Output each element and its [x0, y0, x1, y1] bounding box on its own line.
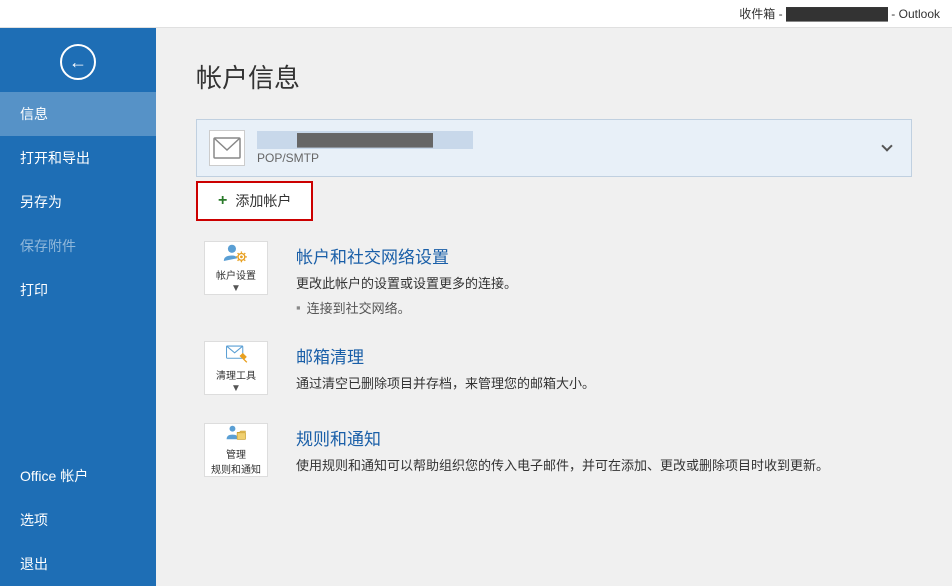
sidebar-item-label: 信息 — [20, 106, 48, 122]
account-info: ████████████████ POP/SMTP — [257, 131, 875, 165]
add-account-highlight-box: + 添加帐户 — [196, 181, 313, 221]
mailbox-cleanup-icon-area: 清理工具 ▼ — [196, 341, 276, 399]
sidebar: ← 信息 打开和导出 另存为 保存附件 打印 Office 帐户 选项 退出 — [0, 28, 156, 586]
rules-notifications-desc: 使用规则和通知可以帮助组织您的传入电子邮件，并可在添加、更改或删除项目时收到更新… — [296, 456, 912, 476]
chevron-down-icon — [881, 140, 892, 151]
sidebar-spacer — [0, 312, 156, 454]
account-settings-dropdown-hint: ▼ — [231, 283, 241, 294]
mailbox-cleanup-dropdown-hint: ▼ — [231, 383, 241, 394]
mailbox-cleanup-title: 邮箱清理 — [296, 343, 912, 368]
email-icon — [213, 137, 241, 159]
account-settings-title: 帐户和社交网络设置 — [296, 243, 912, 268]
sidebar-item-label: 打印 — [20, 282, 48, 298]
add-account-button[interactable]: + 添加帐户 — [198, 183, 311, 219]
rules-notifications-icon-box[interactable]: 管理 规则和通知 — [204, 423, 268, 477]
account-settings-link[interactable]: 连接到社交网络。 — [296, 298, 912, 317]
sidebar-item-label: 退出 — [20, 556, 48, 572]
rules-notifications-title: 规则和通知 — [296, 425, 912, 450]
account-icon-box — [209, 130, 245, 166]
title-text: 收件箱 - ████████████ - Outlook — [739, 5, 940, 22]
sidebar-item-office-account[interactable]: Office 帐户 — [0, 454, 156, 498]
back-icon: ← — [69, 52, 87, 73]
main-container: ← 信息 打开和导出 另存为 保存附件 打印 Office 帐户 选项 退出 帐 — [0, 28, 952, 586]
add-account-label: 添加帐户 — [235, 191, 291, 211]
account-settings-desc: 更改此帐户的设置或设置更多的连接。 — [296, 274, 912, 294]
sidebar-item-label: 选项 — [20, 512, 48, 528]
mailbox-cleanup-icon — [216, 342, 256, 365]
account-settings-icon-label: 帐户设置 — [216, 267, 256, 282]
mailbox-cleanup-icon-label: 清理工具 — [216, 367, 256, 382]
mailbox-cleanup-content: 邮箱清理 通过清空已删除项目并存档，来管理您的邮箱大小。 — [296, 341, 912, 394]
rules-notifications-icon-label: 管理 规则和通知 — [211, 446, 261, 476]
sidebar-item-info[interactable]: 信息 — [0, 92, 156, 136]
account-settings-icon — [216, 242, 256, 265]
dropdown-arrow-icon[interactable] — [875, 136, 899, 160]
account-name: ████████████████ — [257, 131, 473, 149]
account-settings-section: 帐户设置 ▼ 帐户和社交网络设置 更改此帐户的设置或设置更多的连接。 连接到社交… — [196, 241, 912, 317]
sidebar-item-save-as[interactable]: 另存为 — [0, 180, 156, 224]
title-bar: 收件箱 - ████████████ - Outlook — [0, 0, 952, 28]
back-button[interactable]: ← — [60, 44, 96, 80]
page-title: 帐户信息 — [196, 58, 912, 95]
account-settings-icon-box[interactable]: 帐户设置 ▼ — [204, 241, 268, 295]
sidebar-item-options[interactable]: 选项 — [0, 498, 156, 542]
sidebar-item-label: 打开和导出 — [20, 150, 90, 166]
rules-notifications-icon — [216, 424, 256, 444]
rules-notifications-content: 规则和通知 使用规则和通知可以帮助组织您的传入电子邮件，并可在添加、更改或删除项… — [296, 423, 912, 476]
plus-icon: + — [218, 192, 227, 210]
account-settings-icon-area: 帐户设置 ▼ — [196, 241, 276, 299]
mailbox-cleanup-desc: 通过清空已删除项目并存档，来管理您的邮箱大小。 — [296, 374, 912, 394]
sidebar-item-print[interactable]: 打印 — [0, 268, 156, 312]
sidebar-item-label: 另存为 — [20, 194, 62, 210]
back-button-area[interactable]: ← — [0, 28, 156, 92]
sidebar-item-label: Office 帐户 — [20, 468, 88, 484]
content-area: 帐户信息 ████████████████ POP/SMTP + 添加帐户 — [156, 28, 952, 586]
account-type: POP/SMTP — [257, 151, 875, 165]
mailbox-cleanup-section: 清理工具 ▼ 邮箱清理 通过清空已删除项目并存档，来管理您的邮箱大小。 — [196, 341, 912, 399]
sidebar-item-label: 保存附件 — [20, 238, 76, 254]
rules-notifications-section: 管理 规则和通知 规则和通知 使用规则和通知可以帮助组织您的传入电子邮件，并可在… — [196, 423, 912, 481]
rules-notifications-icon-area: 管理 规则和通知 — [196, 423, 276, 481]
account-settings-content: 帐户和社交网络设置 更改此帐户的设置或设置更多的连接。 连接到社交网络。 — [296, 241, 912, 317]
sidebar-item-open-export[interactable]: 打开和导出 — [0, 136, 156, 180]
account-dropdown[interactable]: ████████████████ POP/SMTP — [196, 119, 912, 177]
sidebar-item-save-attachment: 保存附件 — [0, 224, 156, 268]
social-network-link-text: 连接到社交网络。 — [307, 298, 411, 317]
mailbox-cleanup-icon-box[interactable]: 清理工具 ▼ — [204, 341, 268, 395]
sidebar-item-exit[interactable]: 退出 — [0, 542, 156, 586]
